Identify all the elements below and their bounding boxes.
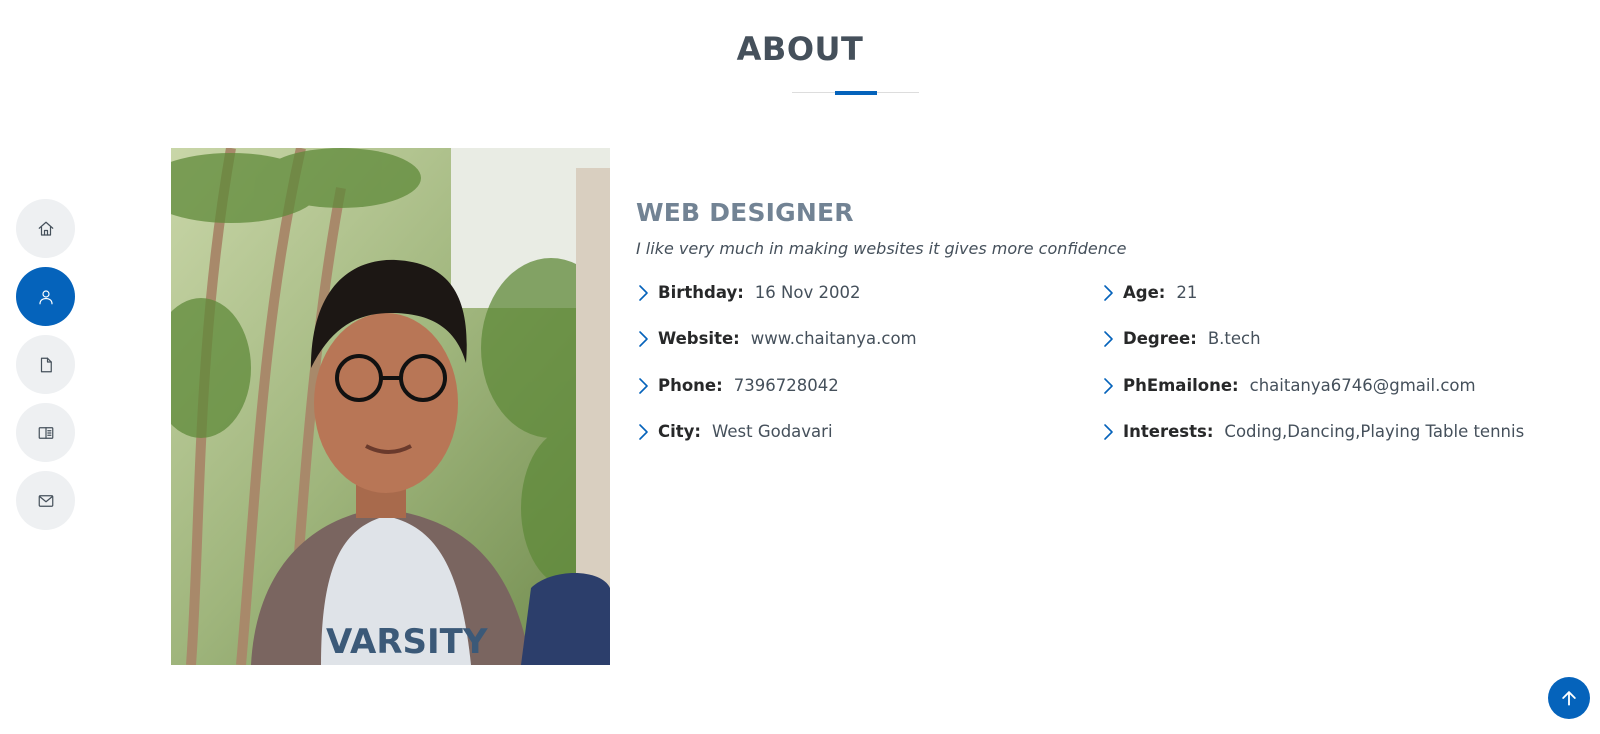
nav-about-button[interactable] [16, 267, 75, 326]
chevron-right-icon [1101, 423, 1115, 441]
fact-value: B.tech [1207, 329, 1261, 348]
fact-label: Degree: [1123, 329, 1197, 348]
person-icon [38, 289, 53, 304]
book-icon [38, 426, 53, 439]
chevron-right-icon [636, 284, 650, 302]
nav-contact-button[interactable] [16, 471, 75, 530]
fact-email: PhEmailone: chaitanya6746@gmail.com [1101, 376, 1476, 395]
fact-degree: Degree: B.tech [1101, 329, 1261, 348]
chevron-right-icon [636, 377, 650, 395]
fact-value: 21 [1176, 283, 1198, 302]
nav-home-button[interactable] [16, 199, 75, 258]
fact-label: PhEmailone: [1123, 376, 1239, 395]
chevron-right-icon [636, 423, 650, 441]
fact-phone: Phone: 7396728042 [636, 376, 839, 395]
nav-portfolio-button[interactable] [16, 403, 75, 462]
about-content: WEB DESIGNER I like very much in making … [636, 198, 1536, 441]
file-icon [40, 357, 52, 372]
fact-label: Age: [1123, 283, 1166, 302]
chevron-right-icon [1101, 284, 1115, 302]
tagline: I like very much in making websites it g… [636, 239, 1127, 258]
fact-birthday: Birthday: 16 Nov 2002 [636, 283, 860, 302]
arrow-up-icon [1562, 691, 1576, 706]
fact-website: Website: www.chaitanya.com [636, 329, 917, 348]
fact-age: Age: 21 [1101, 283, 1197, 302]
fact-value: chaitanya6746@gmail.com [1249, 376, 1476, 395]
back-to-top-button[interactable] [1548, 677, 1590, 719]
fact-value: Coding,Dancing,Playing Table tennis [1224, 422, 1525, 441]
side-nav [16, 199, 75, 539]
home-icon [38, 221, 53, 236]
chevron-right-icon [1101, 377, 1115, 395]
fact-label: Website: [658, 329, 740, 348]
role-heading: WEB DESIGNER [636, 198, 854, 227]
fact-interests: Interests: Coding,Dancing,Playing Table … [1101, 422, 1524, 441]
shirt-text: VARSITY [326, 622, 488, 662]
fact-value: 16 Nov 2002 [754, 283, 861, 302]
fact-label: Phone: [658, 376, 723, 395]
fact-value: www.chaitanya.com [750, 329, 917, 348]
chevron-right-icon [636, 330, 650, 348]
fact-label: City: [658, 422, 702, 441]
fact-value: West Godavari [712, 422, 833, 441]
chevron-right-icon [1101, 330, 1115, 348]
fact-label: Birthday: [658, 283, 744, 302]
fact-city: City: West Godavari [636, 422, 833, 441]
section-title: ABOUT [0, 30, 1600, 68]
title-accent-bar [835, 91, 877, 95]
profile-photo: VARSITY [171, 148, 610, 665]
fact-label: Interests: [1123, 422, 1214, 441]
envelope-icon [38, 494, 53, 507]
nav-resume-button[interactable] [16, 335, 75, 394]
fact-value: 7396728042 [733, 376, 839, 395]
section-heading: ABOUT [736, 30, 864, 68]
